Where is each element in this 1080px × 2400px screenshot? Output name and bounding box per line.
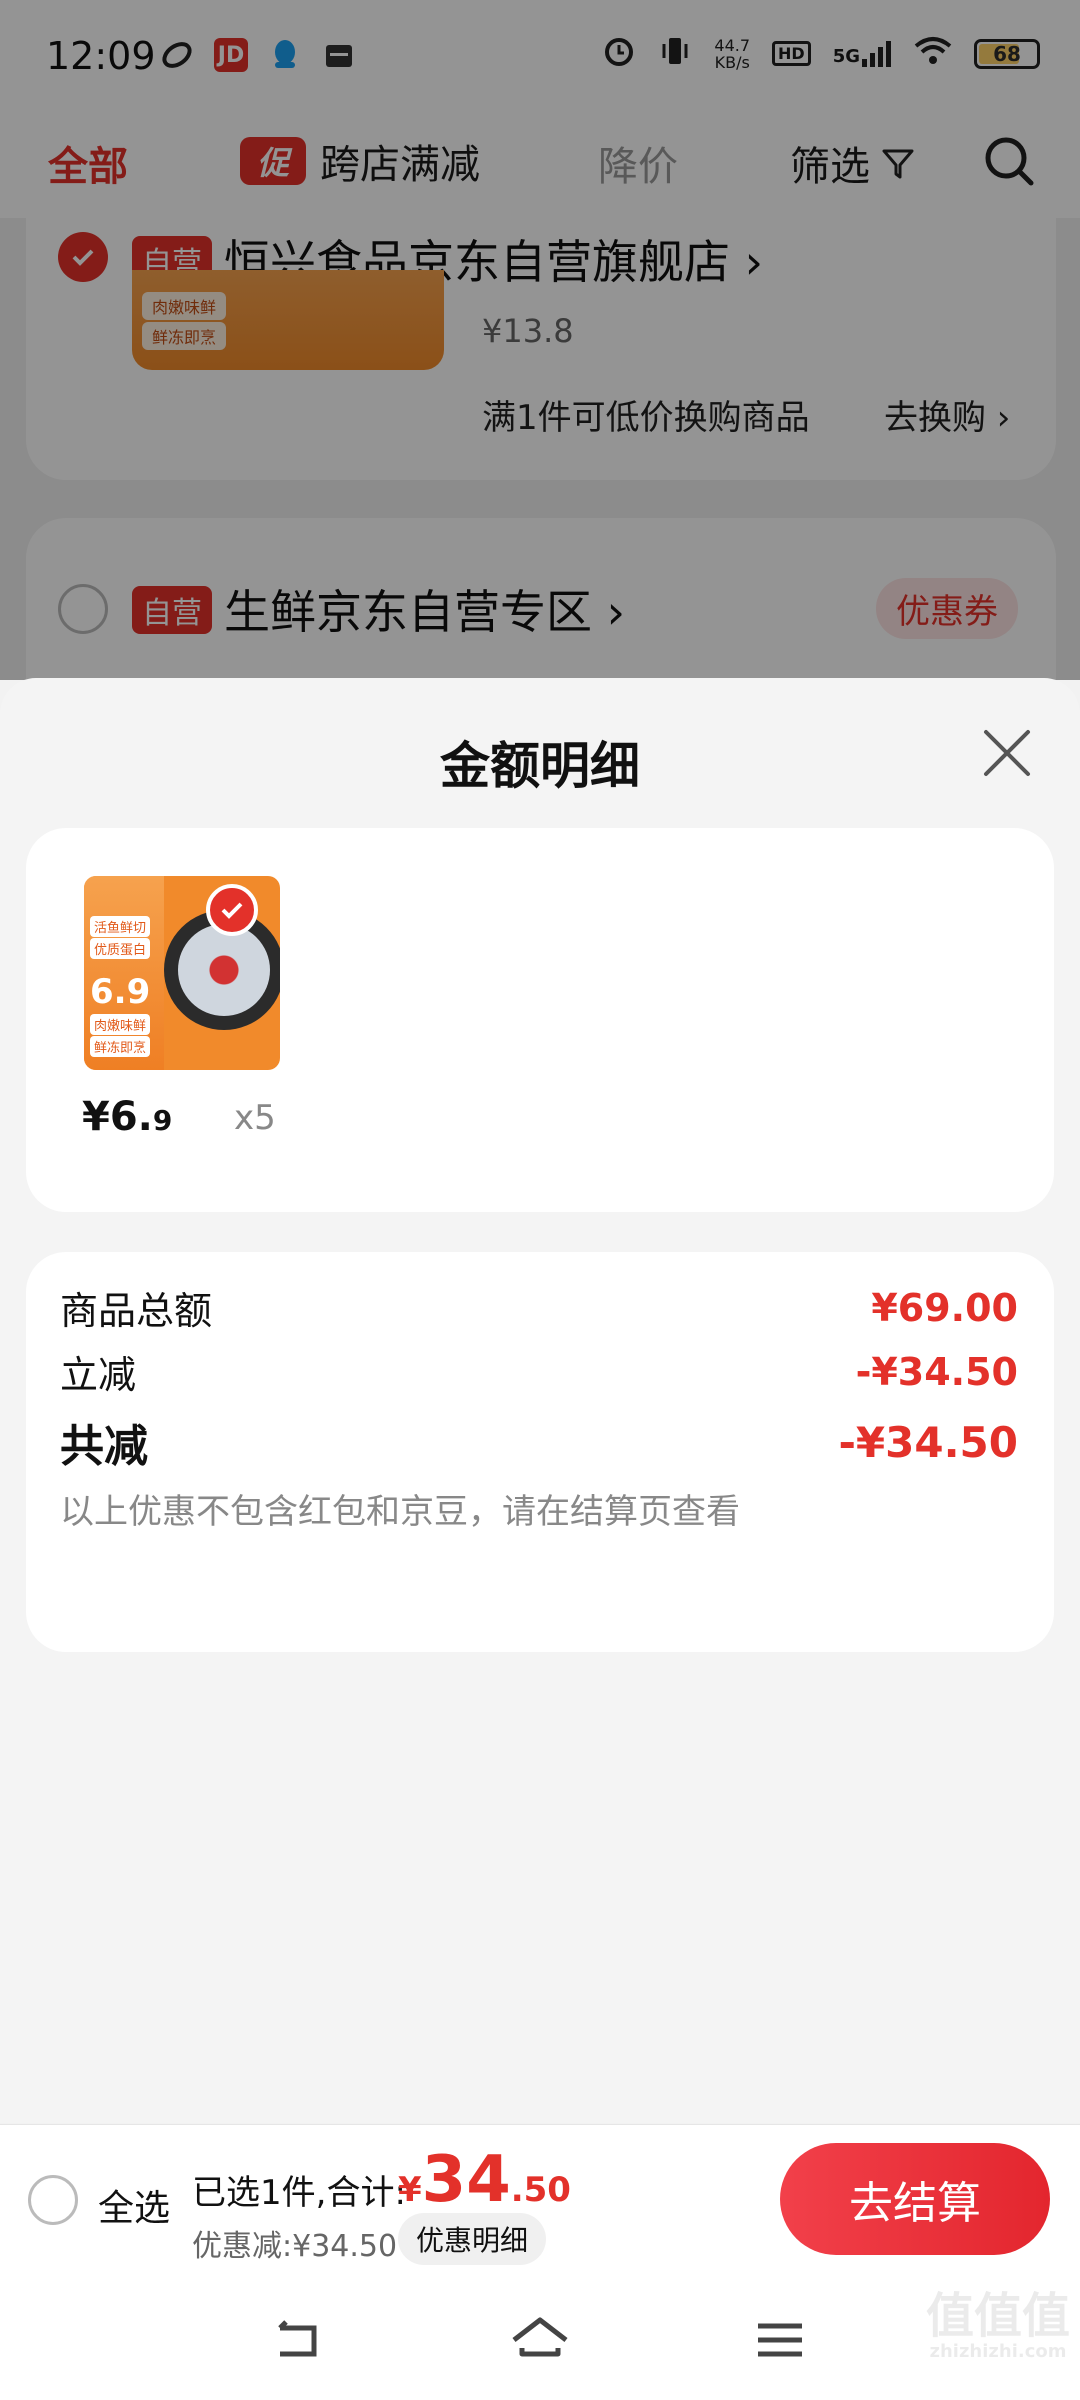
watermark-text: 值值值 xyxy=(925,2288,1070,2344)
close-icon[interactable] xyxy=(980,726,1034,780)
instant-discount-value: -¥34.50 xyxy=(855,1349,1018,1394)
goods-total-row: 商品总额 ¥69.00 xyxy=(60,1280,1018,1335)
product-unit-price: ¥6.9 xyxy=(82,1094,172,1140)
summary-card: 商品总额 ¥69.00 立减 -¥34.50 共减 -¥34.50 以上优惠不包… xyxy=(26,1252,1054,1652)
system-nav-bar xyxy=(0,2274,1080,2400)
product-quantity: x5 xyxy=(234,1098,276,1138)
instant-discount-label: 立减 xyxy=(60,1353,137,1397)
battery-level: 68 xyxy=(993,41,1021,66)
product-image-label: 活鱼鲜切 xyxy=(90,916,151,937)
price-integer: ¥6. xyxy=(82,1094,153,1140)
goods-total-value: ¥69.00 xyxy=(871,1285,1018,1330)
amount-detail-sheet: 金额明细 活鱼鲜切 优质蛋白 6.9 肉嫩味鲜 鲜冻即烹 ¥6.9 x5 商品总… xyxy=(0,678,1080,2123)
discount-detail-button[interactable]: 优惠明细 xyxy=(398,2213,547,2265)
watermark-logo: 值值值 zhizhizhi.com xyxy=(926,2290,1070,2362)
watermark-url: zhizhizhi.com xyxy=(929,2341,1067,2362)
total-discount-value: -¥34.50 xyxy=(838,1417,1018,1467)
check-icon xyxy=(221,902,243,919)
checkout-bar: 全选 已选1件,合计: ¥34.50 优惠减:¥34.50 优惠明细 去结算 xyxy=(0,2124,1080,2274)
selected-count-text: 已选1件,合计: xyxy=(192,2173,406,2213)
product-image-label: 鲜冻即烹 xyxy=(90,1036,151,1057)
discount-note: 以上优惠不包含红包和京豆，请在结算页查看 xyxy=(60,1492,740,1532)
product-selected-badge xyxy=(206,884,258,936)
back-icon[interactable] xyxy=(268,2310,328,2370)
instant-discount-row: 立减 -¥34.50 xyxy=(60,1344,1018,1399)
product-image-label: 肉嫩味鲜 xyxy=(90,1014,151,1035)
total-currency: ¥ xyxy=(398,2170,422,2210)
select-all-checkbox[interactable] xyxy=(28,2175,78,2225)
total-decimal: .50 xyxy=(510,2170,571,2210)
total-discount-row: 共减 -¥34.50 xyxy=(60,1410,1018,1474)
menu-icon[interactable] xyxy=(750,2310,810,2370)
product-card: 活鱼鲜切 优质蛋白 6.9 肉嫩味鲜 鲜冻即烹 ¥6.9 x5 xyxy=(26,828,1054,1212)
total-integer: 34 xyxy=(421,2143,511,2217)
checkout-button[interactable]: 去结算 xyxy=(780,2143,1050,2255)
home-icon[interactable] xyxy=(510,2310,570,2370)
discount-amount: 优惠减:¥34.50 xyxy=(192,2229,398,2264)
price-decimal: 9 xyxy=(152,1104,173,1137)
product-image-label: 优质蛋白 xyxy=(90,938,151,959)
goods-total-label: 商品总额 xyxy=(60,1289,213,1333)
total-price: ¥34.50 xyxy=(398,2143,571,2217)
total-discount-label: 共减 xyxy=(60,1421,148,1472)
sheet-title: 金额明细 xyxy=(440,737,640,795)
modal-backdrop[interactable] xyxy=(0,0,1080,680)
select-all-label[interactable]: 全选 xyxy=(98,2179,170,2231)
product-image-price: 6.9 xyxy=(90,972,151,1012)
